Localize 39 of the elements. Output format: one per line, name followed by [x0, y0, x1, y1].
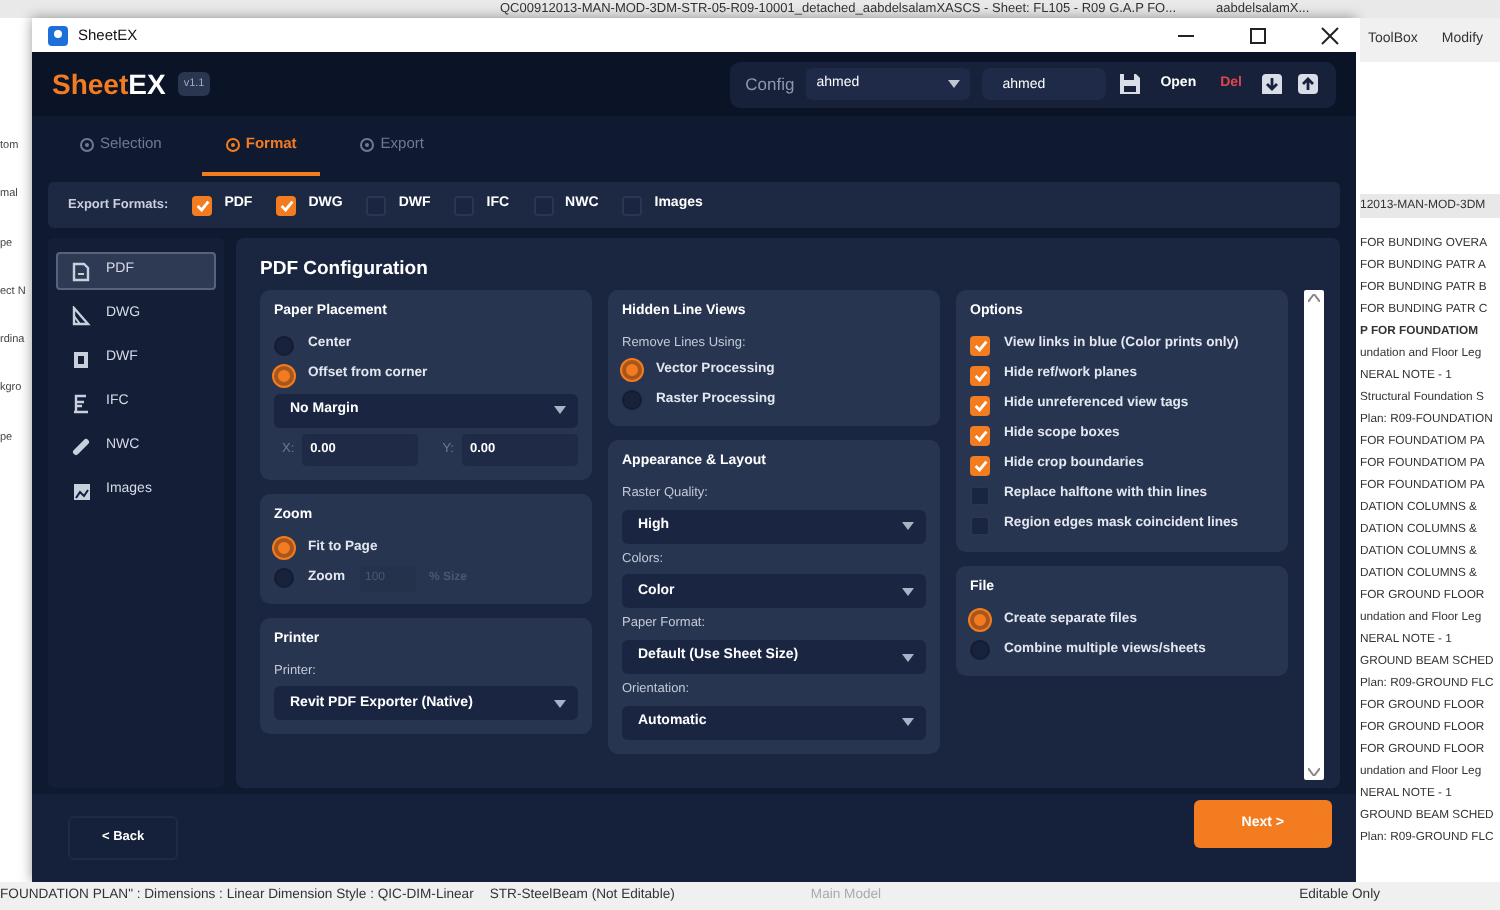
caret-icon	[948, 80, 961, 88]
caret-icon	[902, 653, 914, 661]
maximize-icon[interactable]	[1248, 25, 1268, 45]
image-icon	[72, 481, 92, 501]
upload-icon[interactable]	[1296, 72, 1320, 96]
scroll-down-icon[interactable]	[1308, 768, 1320, 776]
checkbox[interactable]	[192, 195, 213, 215]
logo-text: Sheet	[52, 65, 129, 103]
triangle-ruler-icon	[72, 305, 92, 325]
scrollbar[interactable]	[1304, 290, 1324, 780]
checkbox[interactable]	[970, 335, 990, 355]
panel-title: PDF Configuration	[260, 255, 430, 284]
scroll-up-icon[interactable]	[1308, 294, 1320, 302]
caret-icon	[902, 522, 914, 530]
app-icon	[48, 25, 68, 45]
radio-button[interactable]	[274, 335, 294, 355]
config-label: Config	[745, 71, 795, 97]
caret-icon	[554, 406, 566, 414]
radio-button[interactable]	[274, 365, 294, 385]
radio-button[interactable]	[274, 538, 294, 558]
radio-button[interactable]	[970, 640, 990, 660]
checkbox[interactable]	[970, 425, 990, 445]
radio-button[interactable]	[622, 360, 642, 381]
circle-icon	[225, 137, 240, 151]
caret-icon	[902, 718, 914, 727]
close-icon[interactable]	[1320, 25, 1340, 45]
save-icon[interactable]	[1118, 72, 1143, 96]
logo-text: EX	[128, 65, 166, 103]
download-icon[interactable]	[1260, 72, 1284, 96]
checkbox[interactable]	[970, 455, 990, 475]
circle-icon	[80, 137, 94, 151]
radio-button[interactable]	[622, 390, 642, 411]
checkbox[interactable]	[276, 195, 297, 215]
caret-icon	[902, 587, 914, 596]
checkbox[interactable]	[970, 395, 990, 415]
radio-button[interactable]	[970, 610, 990, 630]
caret-icon	[554, 699, 566, 708]
checkbox[interactable]	[970, 365, 990, 385]
circle-icon	[360, 137, 375, 151]
